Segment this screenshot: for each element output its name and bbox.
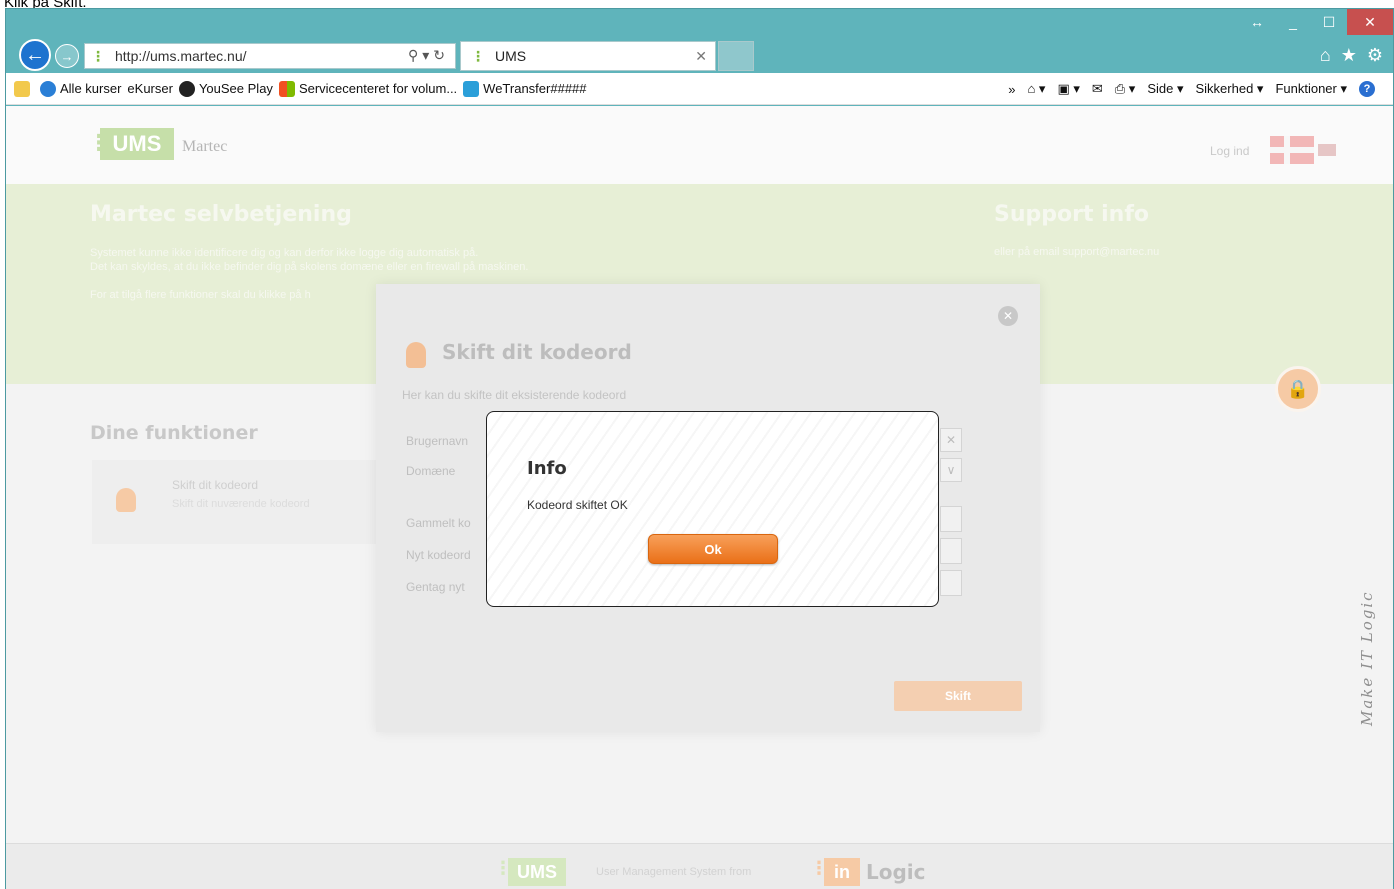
- site-favicon-icon: ⋮: [91, 47, 105, 64]
- wetransfer-icon: [463, 80, 480, 97]
- back-arrow-icon: ←: [25, 43, 45, 66]
- chevron-icon[interactable]: »: [1008, 82, 1015, 97]
- new-tab-button[interactable]: [718, 41, 754, 71]
- tab-title: UMS: [495, 48, 527, 64]
- windows-icon: [278, 80, 295, 97]
- new-password-field[interactable]: [940, 538, 962, 564]
- label-username: Brugernavn: [406, 434, 469, 448]
- settings-gear-icon[interactable]: ⚙: [1367, 45, 1383, 66]
- functions-title: Dine funktioner: [90, 422, 258, 444]
- site-header: ⋮ UMS Martec Log ind: [6, 106, 1393, 184]
- help-icon[interactable]: ?: [1359, 81, 1375, 97]
- favorite-item-wetransfer[interactable]: WeTransfer#####: [463, 80, 587, 97]
- support-title: Support info: [994, 202, 1150, 227]
- favorites-star-icon[interactable]: ★: [1341, 45, 1357, 66]
- page-viewport: ⋮ UMS Martec Log ind Martec selvbetjenin…: [6, 106, 1393, 889]
- info-title: Info: [527, 458, 567, 479]
- make-it-logic-text: Make IT Logic: [1358, 590, 1376, 726]
- clear-username-icon[interactable]: ✕: [940, 428, 962, 452]
- menu-funktioner[interactable]: Funktioner ▾: [1275, 81, 1347, 97]
- favorite-item-servicecenteret[interactable]: Servicecenteret for volum...: [278, 80, 457, 97]
- search-refresh-icons[interactable]: ⚲▾↻: [408, 47, 449, 64]
- browser-toolbar-icons: ⌂ ★ ⚙: [1320, 45, 1383, 66]
- function-card-subtitle: Skift dit nuværende kodeord: [172, 498, 310, 510]
- hero-title: Martec selvbetjening: [90, 202, 352, 227]
- domain-dropdown-chevron-icon[interactable]: ∨: [940, 458, 962, 482]
- tab-favicon-icon: ⋮: [471, 47, 485, 64]
- home-page-icon[interactable]: ⌂ ▾: [1027, 81, 1045, 97]
- home-icon[interactable]: ⌂: [1320, 45, 1331, 66]
- menu-side[interactable]: Side ▾: [1147, 81, 1183, 97]
- label-new-password: Nyt kodeord: [406, 548, 471, 562]
- ums-logo: UMS: [100, 128, 174, 160]
- favorites-bar: Alle kurser eKurser YouSee Play Servicec…: [6, 73, 1393, 105]
- mail-icon[interactable]: ✉: [1092, 81, 1103, 97]
- lock-icon: [116, 488, 136, 512]
- browser-window: ↔ _ ☐ ✕ ← → ⋮ http://ums.martec.nu/ ⚲▾↻ …: [5, 8, 1394, 889]
- login-link[interactable]: Log ind: [1210, 144, 1249, 158]
- label-old-password: Gammelt ko: [406, 516, 471, 530]
- footer-in-logo: in: [824, 858, 860, 886]
- footer-logic-text: Logic: [866, 860, 926, 884]
- back-button[interactable]: ←: [19, 39, 51, 71]
- logo-text: Martec: [182, 138, 228, 155]
- old-password-field[interactable]: [940, 506, 962, 532]
- label-repeat-password: Gentag nyt: [406, 580, 465, 594]
- modal-title: Skift dit kodeord: [442, 340, 632, 364]
- modal-subtitle: Her kan du skifte dit eksisterende kodeo…: [402, 388, 627, 402]
- play-icon: [178, 80, 195, 97]
- navigation-bar: ← → ⋮ http://ums.martec.nu/ ⚲▾↻ ⋮ UMS ✕ …: [6, 35, 1393, 73]
- login-lock-icon[interactable]: 🔒: [1275, 366, 1321, 412]
- menu-sikkerhed[interactable]: Sikkerhed ▾: [1195, 81, 1263, 97]
- support-text: eller på email support@martec.nu: [994, 246, 1160, 258]
- skift-button[interactable]: Skift: [894, 681, 1022, 711]
- maximize-button[interactable]: ☐: [1311, 9, 1347, 35]
- favorite-item-ekurser[interactable]: eKurser: [127, 81, 173, 96]
- info-dialog: Info Kodeord skiftet OK Ok: [486, 411, 939, 607]
- resize-icon[interactable]: ↔: [1239, 9, 1275, 35]
- address-bar[interactable]: ⋮ http://ums.martec.nu/ ⚲▾↻: [84, 43, 456, 69]
- window-controls: ↔ _ ☐ ✕: [1239, 9, 1393, 35]
- info-message: Kodeord skiftet OK: [527, 498, 628, 512]
- tab-ums[interactable]: ⋮ UMS ✕: [460, 41, 716, 71]
- close-window-button[interactable]: ✕: [1347, 9, 1393, 35]
- favorites-add-icon[interactable]: [14, 80, 30, 97]
- favorite-item-yousee[interactable]: YouSee Play: [178, 80, 273, 97]
- function-card-title: Skift dit kodeord: [172, 478, 259, 492]
- footer-text: User Management System from: [596, 866, 752, 878]
- modal-close-icon[interactable]: ✕: [998, 306, 1018, 326]
- site-footer: ⋮ UMS User Management System from ⋮ in L…: [6, 843, 1393, 889]
- feeds-icon[interactable]: ▣ ▾: [1057, 81, 1079, 97]
- address-text: http://ums.martec.nu/: [115, 48, 247, 64]
- uk-flag-icon[interactable]: [1318, 144, 1336, 156]
- footer-ums-logo: UMS: [508, 858, 566, 886]
- ok-button[interactable]: Ok: [648, 534, 778, 564]
- minimize-button[interactable]: _: [1275, 9, 1311, 35]
- forward-arrow-icon: →: [60, 48, 74, 64]
- command-bar: » ⌂ ▾ ▣ ▾ ✉ ⎙ ▾ Side ▾ Sikkerhed ▾ Funkt…: [1008, 73, 1375, 105]
- repeat-password-field[interactable]: [940, 570, 962, 596]
- function-card-change-password[interactable]: Skift dit kodeord Skift dit nuværende ko…: [92, 460, 382, 544]
- print-icon[interactable]: ⎙ ▾: [1115, 81, 1136, 97]
- label-domain: Domæne: [406, 464, 456, 478]
- favorite-item-alle-kurser[interactable]: Alle kurser: [40, 80, 121, 97]
- danish-flag-icon[interactable]: [1270, 136, 1314, 164]
- drop-icon: [40, 80, 56, 97]
- modal-lock-icon: [406, 342, 426, 368]
- close-tab-icon[interactable]: ✕: [695, 48, 707, 65]
- forward-button[interactable]: →: [55, 44, 79, 68]
